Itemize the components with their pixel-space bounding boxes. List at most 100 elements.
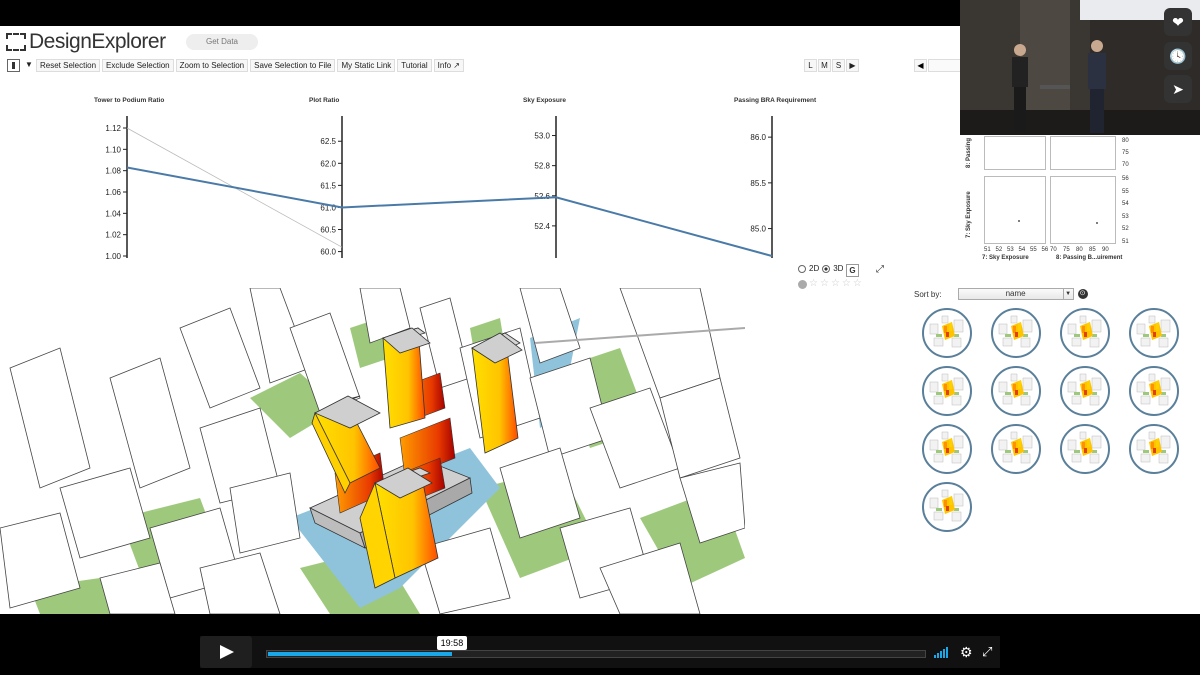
- design-thumbnail[interactable]: [922, 366, 972, 416]
- tick-label: 1.12: [105, 124, 121, 133]
- star-icon[interactable]: ☆: [831, 279, 840, 289]
- info-label: Info: [437, 61, 452, 70]
- axis-title: Plot Ratio: [309, 97, 339, 104]
- thumbnail-image: [1067, 373, 1102, 406]
- selected-design-line[interactable]: [126, 166, 773, 257]
- sort-label: Sort by:: [914, 289, 942, 299]
- exclude-selection-button[interactable]: Exclude Selection: [102, 59, 174, 72]
- axis-label-top-left: 8: Passing: [966, 137, 972, 168]
- thumbnail-image: [929, 431, 964, 464]
- design-thumbnail[interactable]: [922, 482, 972, 532]
- x-tick-label: 52: [995, 247, 1003, 253]
- rating-reset-icon[interactable]: [798, 280, 807, 289]
- first-button[interactable]: [7, 59, 20, 72]
- 3d-model-viewer[interactable]: [0, 288, 745, 614]
- thumbnail-image: [998, 373, 1033, 406]
- external-link-icon: ↗: [453, 61, 460, 70]
- chevron-down-icon[interactable]: ▼: [22, 59, 34, 72]
- size-medium-button[interactable]: M: [818, 59, 831, 72]
- thumbnail-image: [929, 373, 964, 406]
- x-title-right: 8: Passing B...uirement: [1056, 255, 1123, 261]
- star-icon[interactable]: ☆: [820, 279, 829, 289]
- static-link-button[interactable]: My Static Link: [337, 59, 396, 72]
- prev-arrow-button[interactable]: ◀: [914, 59, 927, 72]
- x-tick-label: 80: [1076, 247, 1083, 253]
- x-tick-label: 85: [1089, 247, 1096, 253]
- tick-label: 62.5: [320, 137, 336, 146]
- radio-3d[interactable]: [822, 264, 831, 273]
- design-thumbnail[interactable]: [991, 308, 1041, 358]
- rating-stars: ☆ ☆ ☆ ☆ ☆: [798, 279, 862, 289]
- progress-fill: [268, 652, 452, 656]
- tick-label: 1.08: [105, 167, 121, 176]
- zoom-to-selection-button[interactable]: Zoom to Selection: [175, 59, 249, 72]
- y-tick-label: 56: [1122, 176, 1129, 182]
- city-model-render: [0, 288, 745, 614]
- send-icon[interactable]: ➤: [1164, 75, 1192, 103]
- scatter-cell[interactable]: [1050, 136, 1116, 170]
- thumbnail-image: [929, 489, 964, 522]
- brand-name: DesignExplorer: [29, 30, 166, 53]
- gear-icon[interactable]: ⚙: [960, 644, 973, 661]
- x-tick-label: 53: [1007, 247, 1014, 253]
- scatter-cell[interactable]: [984, 136, 1046, 170]
- reset-selection-button[interactable]: Reset Selection: [36, 59, 101, 72]
- g-button[interactable]: G: [846, 264, 859, 277]
- info-button[interactable]: Info ↗: [433, 59, 464, 72]
- design-thumbnail[interactable]: [1060, 308, 1110, 358]
- tick-label: 85.5: [750, 179, 766, 188]
- star-icon[interactable]: ☆: [853, 279, 862, 289]
- size-small-button[interactable]: S: [832, 59, 845, 72]
- clock-icon[interactable]: 🕓: [1164, 42, 1192, 70]
- chevron-down-icon: ▼: [1062, 289, 1073, 299]
- tick-label: 60.0: [320, 248, 336, 257]
- axis-title: Sky Exposure: [523, 97, 566, 104]
- save-selection-button[interactable]: Save Selection to File: [250, 59, 336, 72]
- thumbnail-image: [1136, 373, 1171, 406]
- axis-title: Tower to Podium Ratio: [94, 97, 164, 104]
- design-thumbnail[interactable]: [922, 308, 972, 358]
- expand-icon[interactable]: ⤢: [874, 264, 886, 276]
- y-tick-label: 52: [1122, 226, 1129, 232]
- star-icon[interactable]: ☆: [842, 279, 851, 289]
- scatter-points: [1096, 222, 1098, 224]
- design-thumbnail[interactable]: [1060, 424, 1110, 474]
- heart-icon[interactable]: ❤: [1164, 8, 1192, 36]
- design-thumbnail[interactable]: [1129, 424, 1179, 474]
- tick-label: 61.5: [320, 181, 336, 190]
- scatter-cell[interactable]: [984, 176, 1046, 244]
- y-tick-label: 70: [1122, 162, 1129, 168]
- design-thumbnail[interactable]: [991, 424, 1041, 474]
- sort-select[interactable]: name ▼: [957, 288, 1074, 300]
- design-thumbnail[interactable]: [922, 424, 972, 474]
- x-title-left: 7: Sky Exposure: [982, 255, 1029, 261]
- scatter-matrix[interactable]: 8: Passing 7: Sky Exposure 80 75 70 56 55 54 5…: [964, 136, 1200, 264]
- next-arrow-button[interactable]: ▶: [846, 59, 859, 72]
- fullscreen-icon[interactable]: ⤢: [982, 644, 992, 660]
- star-icon[interactable]: ☆: [809, 279, 818, 289]
- sort-direction-icon[interactable]: ⊙: [1077, 289, 1088, 299]
- progress-track[interactable]: 19:58: [266, 636, 926, 658]
- volume-icon[interactable]: [934, 646, 948, 658]
- y-tick-label: 51: [1122, 238, 1129, 245]
- thumbnail-image: [1067, 431, 1102, 464]
- brand-logo: DesignExplorer: [6, 30, 166, 54]
- design-thumbnail[interactable]: [1060, 366, 1110, 416]
- tutorial-button[interactable]: Tutorial: [397, 59, 432, 72]
- size-large-button[interactable]: L: [804, 59, 817, 72]
- radio-2d[interactable]: [798, 264, 806, 273]
- design-thumbnail[interactable]: [991, 366, 1041, 416]
- y-tick-label: 53: [1122, 213, 1129, 220]
- scatter-points: [1018, 220, 1020, 222]
- x-tick-label: 70: [1050, 247, 1057, 253]
- panel-scroll-box[interactable]: [928, 59, 962, 72]
- design-thumbnail[interactable]: [1129, 308, 1179, 358]
- view-mode-toggle: 2D 3D: [798, 264, 843, 273]
- play-button[interactable]: [200, 636, 252, 668]
- tick-label: 1.04: [105, 209, 121, 218]
- parallel-coordinates-plot[interactable]: Tower to Podium Ratio 1.12 1.10 1.08 1.06 1.0…: [0, 86, 960, 261]
- get-data-button[interactable]: Get Data: [186, 34, 258, 50]
- thumbnail-image: [929, 315, 964, 348]
- scatter-cell[interactable]: [1050, 176, 1116, 244]
- design-thumbnail[interactable]: [1129, 366, 1179, 416]
